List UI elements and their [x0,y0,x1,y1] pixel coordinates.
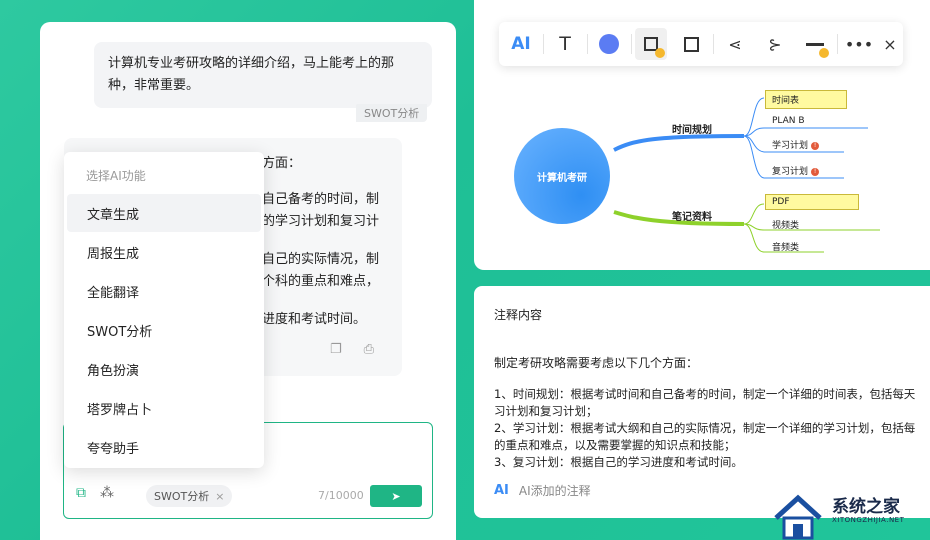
close-icon[interactable]: × [215,490,224,503]
leaf-node[interactable]: PDF [765,194,859,210]
alert-icon: ! [811,141,820,150]
ai-badge: AI [494,483,509,498]
ai-response-line: 进度和考试时间。 [262,312,367,327]
ai-response-line: 自己备考的时间，制 [262,192,380,207]
plugin-icon[interactable]: ⁂ [100,485,114,501]
leaf-connector [743,203,765,225]
branch-connector [613,134,745,152]
swot-chip-label: SWOT分析 [154,490,210,503]
branch-node-time[interactable]: 时间规划 [672,121,712,136]
ai-toggle-icon[interactable]: ⧉ [76,485,86,501]
leaf-node[interactable]: 复习计划! [772,164,820,177]
ai-response-line: 方面： [262,156,302,171]
send-icon: ➤ [391,489,401,503]
menu-item-swot[interactable]: SWOT分析 [67,311,261,349]
user-message: 计算机专业考研攻略的详细介绍，马上能考上的那 种，非常重要。 [94,42,432,108]
annotation-title: 注释内容 [494,308,543,322]
leaf-node[interactable]: 学习计划! [772,138,820,151]
copy-icon[interactable]: ❐ [330,342,342,357]
annotation-footer: AI AI添加的注释 [494,482,591,499]
annotation-intro: 制定考研攻略需要考虑以下几个方面： [494,356,699,370]
ai-response-line: 自己的实际情况，制 [262,252,380,267]
insert-icon[interactable]: ⎙ [364,342,374,357]
leaf-node-label: 复习计划 [772,167,809,177]
leaf-connector [743,135,765,179]
annotation-panel: 注释内容 制定考研攻略需要考虑以下几个方面： 1、时间规划：根据考试时间和自己备… [474,286,930,518]
swot-chip[interactable]: SWOT分析 × [146,485,233,507]
leaf-node[interactable]: 时间表 [765,90,847,109]
annotation-footer-text: AI添加的注释 [518,484,591,498]
ai-response-line: 的学习计划和复习计 [262,214,380,229]
menu-item-praise[interactable]: 夸夸助手 [67,428,261,466]
menu-item-article[interactable]: 文章生成 [67,194,261,232]
annotation-line: 3、复习计划：根据自己的学习进度和考试时间。 [494,455,743,469]
menu-item-weekly[interactable]: 周报生成 [67,233,261,271]
menu-item-tarot[interactable]: 塔罗牌占卜 [67,389,261,427]
logo-name: 系统之家 [832,497,900,517]
annotation-line: 1、时间规划：根据考试时间和自己备考的时间，制定一个详细的时间表，包括每天 [494,387,916,401]
alert-icon: ! [811,167,820,176]
leaf-connector [743,135,765,153]
leaf-node[interactable]: 视频类 [772,218,799,231]
leaf-node[interactable]: 音频类 [772,240,799,253]
user-message-line: 计算机专业考研攻略的详细介绍，马上能考上的那 [108,56,395,71]
center-node-label: 计算机考研 [537,172,587,184]
ai-response-line: 个科的重点和难点， [262,274,380,289]
mindmap-center-node[interactable]: 计算机考研 [514,128,610,224]
annotation-line: 2、学习计划：根据考试大纲和自己的实际情况，制定一个详细的学习计划，包括每 [494,421,916,435]
mindmap-panel: AI T ⋖ ⊱ ••• × 计算机考研 时间规划 笔记资料 时间表 PLAN … [474,0,930,270]
menu-item-translate[interactable]: 全能翻译 [67,272,261,310]
user-message-line: 种，非常重要。 [108,78,200,93]
leaf-node-label: 学习计划 [772,141,809,151]
logo-subtitle: XITONGZHIJIA.NET [832,516,905,524]
house-logo-icon [774,494,822,540]
send-button[interactable]: ➤ [370,485,422,507]
char-count: 7/10000 [318,489,364,502]
annotation-line: 的重点和难点，以及需要掌握的知识点和技能； [494,438,736,452]
annotation-line: 习计划和复习计划； [494,404,598,418]
ai-function-menu: 选择AI功能 文章生成 周报生成 全能翻译 SWOT分析 角色扮演 塔罗牌占卜 … [64,152,264,468]
branch-node-notes[interactable]: 笔记资料 [672,208,712,223]
leaf-connector [743,223,765,253]
leaf-connector [743,97,765,137]
menu-item-roleplay[interactable]: 角色扮演 [67,350,261,388]
site-logo: 系统之家 XITONGZHIJIA.NET [768,488,930,540]
menu-header: 选择AI功能 [86,169,146,183]
swot-tag: SWOT分析 [356,104,428,122]
leaf-node[interactable]: PLAN B [772,116,805,126]
